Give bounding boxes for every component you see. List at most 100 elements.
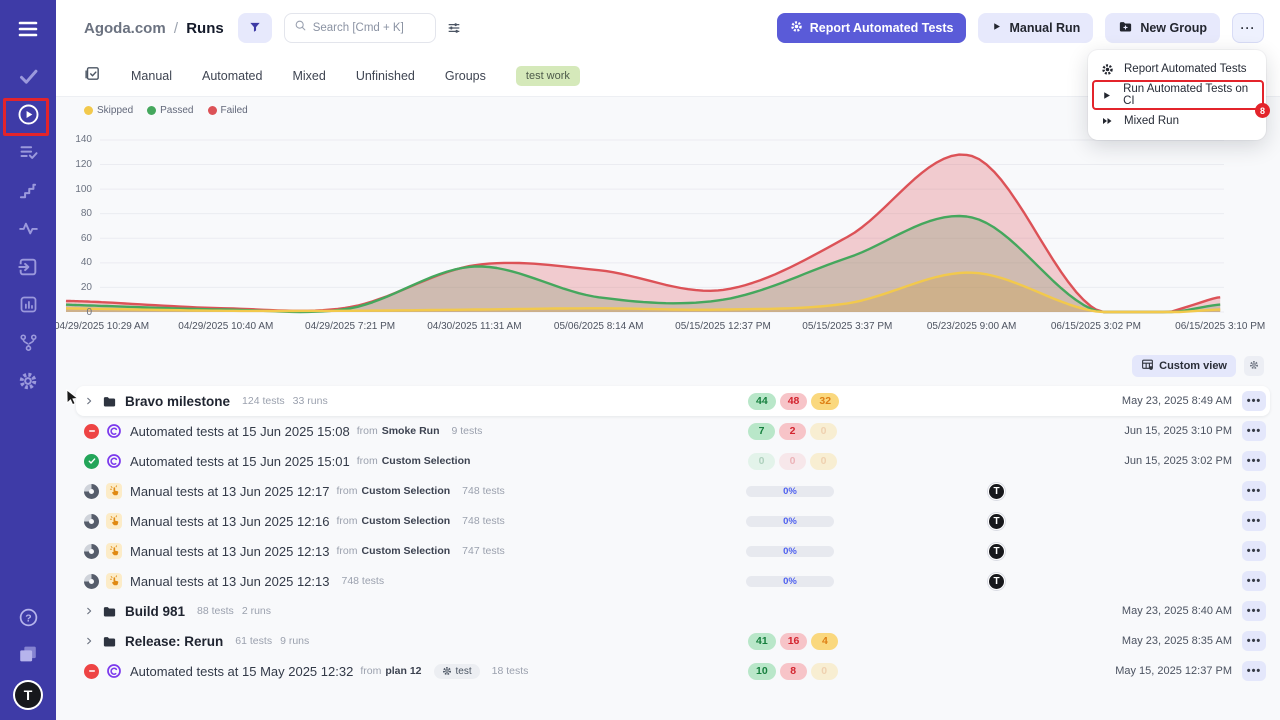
from-label: from bbox=[357, 455, 378, 467]
run-row[interactable]: Automated tests at 15 Jun 2025 15:08from… bbox=[56, 416, 1280, 446]
row-actions-button[interactable]: ••• bbox=[1242, 451, 1266, 471]
x-axis-tick: 06/15/2025 3:02 PM bbox=[1051, 321, 1141, 332]
sidebar-item-reports[interactable] bbox=[0, 288, 56, 326]
expand-chevron-icon[interactable] bbox=[84, 396, 94, 406]
badge-passed: 44 bbox=[748, 393, 776, 410]
sliders-icon[interactable] bbox=[446, 20, 462, 36]
help-icon: ? bbox=[18, 607, 39, 633]
badge-passed: 10 bbox=[748, 663, 776, 680]
legend-item-skipped[interactable]: Skipped bbox=[84, 105, 133, 116]
row-actions-button[interactable]: ••• bbox=[1242, 601, 1266, 621]
tab-unfinished[interactable]: Unfinished bbox=[356, 69, 415, 83]
run-date: May 23, 2025 8:40 AM bbox=[1122, 605, 1232, 617]
menu-item-report-automated-tests[interactable]: Report Automated Tests bbox=[1088, 56, 1266, 82]
more-actions-menu: Report Automated Tests Run Automated Test… bbox=[1088, 50, 1266, 140]
new-group-button[interactable]: New Group bbox=[1105, 13, 1220, 43]
hamburger-menu-icon[interactable] bbox=[0, 14, 56, 44]
status-in-progress-icon bbox=[84, 484, 99, 499]
expand-chevron-icon[interactable] bbox=[84, 606, 94, 616]
view-settings-button[interactable] bbox=[1244, 356, 1264, 376]
group-row[interactable]: Bravo milestone124 tests33 runs444832May… bbox=[56, 386, 1280, 416]
row-actions-button[interactable]: ••• bbox=[1242, 391, 1266, 411]
manual-run-icon bbox=[106, 483, 122, 499]
tab-automated[interactable]: Automated bbox=[202, 69, 262, 83]
assignee-avatar[interactable]: T bbox=[988, 573, 1005, 590]
run-row[interactable]: Manual tests at 13 Jun 2025 12:13fromCus… bbox=[56, 536, 1280, 566]
row-actions-button[interactable]: ••• bbox=[1242, 421, 1266, 441]
custom-view-button[interactable]: Custom view bbox=[1132, 355, 1236, 377]
run-name: Manual tests at 13 Jun 2025 12:13 bbox=[130, 574, 329, 589]
gear-icon bbox=[1249, 357, 1259, 375]
menu-item-mixed-run[interactable]: Mixed Run bbox=[1088, 108, 1266, 134]
search-box[interactable] bbox=[284, 13, 436, 43]
progress-bar: 0% bbox=[746, 546, 834, 557]
tab-groups[interactable]: Groups bbox=[445, 69, 486, 83]
filter-tag-badge[interactable]: test work bbox=[516, 66, 580, 86]
breadcrumb-separator: / bbox=[170, 20, 182, 37]
manual-run-button[interactable]: Manual Run bbox=[978, 13, 1093, 43]
sidebar-item-branches[interactable] bbox=[0, 326, 56, 364]
run-row[interactable]: Manual tests at 13 Jun 2025 12:17fromCus… bbox=[56, 476, 1280, 506]
play-circle-icon bbox=[17, 103, 40, 131]
gear-icon bbox=[18, 371, 38, 396]
row-actions-button[interactable]: ••• bbox=[1242, 511, 1266, 531]
tab-manual[interactable]: Manual bbox=[131, 69, 172, 83]
tab-mixed[interactable]: Mixed bbox=[292, 69, 325, 83]
report-automated-tests-button[interactable]: Report Automated Tests bbox=[777, 13, 967, 43]
group-row[interactable]: Release: Rerun61 tests9 runs41164May 23,… bbox=[56, 626, 1280, 656]
legend-item-failed[interactable]: Failed bbox=[208, 105, 248, 116]
run-row[interactable]: Manual tests at 13 Jun 2025 12:13748 tes… bbox=[56, 566, 1280, 596]
run-row[interactable]: Automated tests at 15 May 2025 12:32from… bbox=[56, 656, 1280, 686]
menu-item-label: Report Automated Tests bbox=[1124, 63, 1247, 75]
assignee-avatar[interactable]: T bbox=[988, 543, 1005, 560]
filter-button[interactable] bbox=[238, 13, 272, 43]
run-row[interactable]: Manual tests at 13 Jun 2025 12:16fromCus… bbox=[56, 506, 1280, 536]
tests-count: 88 tests bbox=[197, 605, 234, 617]
status-in-progress-icon bbox=[84, 544, 99, 559]
x-axis-tick: 04/29/2025 7:21 PM bbox=[305, 321, 395, 332]
legend-label: Passed bbox=[160, 105, 193, 116]
sidebar-item-runs[interactable] bbox=[0, 98, 56, 136]
sidebar-item-help[interactable]: ? bbox=[18, 607, 39, 633]
assignee-avatar[interactable]: T bbox=[988, 483, 1005, 500]
runs-count: 33 runs bbox=[293, 395, 328, 407]
expand-chevron-icon[interactable] bbox=[84, 636, 94, 646]
sidebar-item-pulse[interactable] bbox=[0, 212, 56, 250]
group-name: Release: Rerun bbox=[125, 634, 223, 649]
sidebar-item-settings[interactable] bbox=[0, 364, 56, 402]
search-input[interactable] bbox=[313, 22, 426, 34]
legend-dot bbox=[147, 106, 156, 115]
group-row[interactable]: Build 98188 tests2 runsMay 23, 2025 8:40… bbox=[56, 596, 1280, 626]
sidebar-item-milestones[interactable] bbox=[0, 174, 56, 212]
row-actions-button[interactable]: ••• bbox=[1242, 541, 1266, 561]
row-actions-button[interactable]: ••• bbox=[1242, 481, 1266, 501]
y-axis-tick: 60 bbox=[56, 233, 92, 244]
badge-failed: 2 bbox=[779, 423, 806, 440]
run-name: Automated tests at 15 May 2025 12:32 bbox=[130, 664, 353, 679]
sidebar-item-docs[interactable] bbox=[17, 643, 39, 670]
badge-skipped: 4 bbox=[811, 633, 838, 650]
run-tag-badge[interactable]: test bbox=[434, 664, 480, 679]
legend-item-passed[interactable]: Passed bbox=[147, 105, 193, 116]
y-axis-tick: 0 bbox=[56, 307, 92, 318]
menu-item-label: Mixed Run bbox=[1124, 115, 1179, 127]
sidebar-item-plans[interactable] bbox=[0, 136, 56, 174]
assignee-avatar[interactable]: T bbox=[988, 513, 1005, 530]
badge-skipped: 0 bbox=[810, 453, 837, 470]
more-actions-button[interactable]: ··· bbox=[1232, 13, 1264, 43]
select-runs-icon[interactable] bbox=[84, 65, 101, 87]
result-badges: 1080 bbox=[748, 663, 838, 680]
row-actions-button[interactable]: ••• bbox=[1242, 631, 1266, 651]
sidebar-item-import[interactable] bbox=[0, 250, 56, 288]
check-icon bbox=[18, 66, 39, 92]
row-actions-button[interactable]: ••• bbox=[1242, 571, 1266, 591]
badge-failed: 16 bbox=[780, 633, 808, 650]
row-actions-button[interactable]: ••• bbox=[1242, 661, 1266, 681]
x-axis-tick: 04/29/2025 10:40 AM bbox=[178, 321, 273, 332]
breadcrumb-project[interactable]: Agoda.com bbox=[84, 20, 166, 37]
app-logo[interactable]: T bbox=[13, 680, 43, 710]
menu-item-run-automated-tests-on-ci[interactable]: Run Automated Tests on CI8 bbox=[1088, 82, 1266, 108]
run-row[interactable]: Automated tests at 15 Jun 2025 15:01from… bbox=[56, 446, 1280, 476]
sidebar-item-tests[interactable] bbox=[0, 60, 56, 98]
run-source: Custom Selection bbox=[361, 515, 450, 527]
